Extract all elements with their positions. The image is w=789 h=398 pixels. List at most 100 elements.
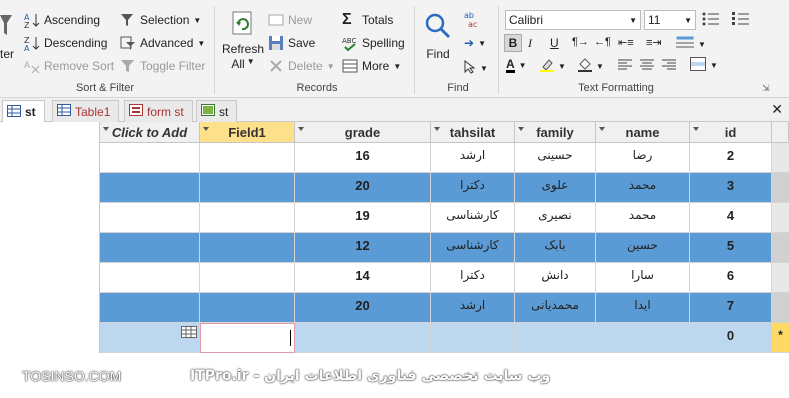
highlight-color-button[interactable]: ▼ [540, 58, 566, 75]
rtl-button[interactable]: ¶→ [572, 36, 589, 48]
dropdown-arrow-icon[interactable] [518, 127, 524, 131]
dropdown-arrow-icon[interactable] [103, 127, 109, 131]
font-name-select[interactable]: Calibri ▼ [505, 10, 641, 30]
table-cell-field1[interactable] [200, 173, 295, 203]
new-cell-grade[interactable] [295, 323, 431, 353]
row-selector[interactable] [772, 233, 789, 263]
refresh-all-button[interactable]: Refresh All ▼ [222, 10, 264, 71]
table-cell-tahsilat[interactable]: ارشد [431, 293, 515, 323]
table-cell-id[interactable]: 4 [690, 203, 772, 233]
table-cell-family[interactable]: محمدیانی [515, 293, 596, 323]
table-cell-add[interactable] [100, 143, 200, 173]
table-cell-add[interactable] [100, 233, 200, 263]
table-cell-name[interactable]: رضا [596, 143, 690, 173]
filter-button-label[interactable]: ter [0, 47, 14, 61]
table-cell-id[interactable]: 3 [690, 173, 772, 203]
italic-button[interactable]: I [528, 36, 532, 51]
descending-button[interactable]: ZA Descending [24, 35, 107, 53]
outdent-button[interactable]: ≡⇥ [646, 36, 662, 49]
row-selector[interactable] [772, 203, 789, 233]
font-size-select[interactable]: 11 ▼ [644, 10, 696, 30]
remove-sort-button[interactable]: A Remove Sort [24, 58, 114, 74]
table-cell-field1[interactable] [200, 293, 295, 323]
table-cell-family[interactable]: حسینی [515, 143, 596, 173]
new-cell-name[interactable] [596, 323, 690, 353]
indent-button[interactable]: ⇤≡ [618, 36, 634, 49]
table-cell-id[interactable]: 6 [690, 263, 772, 293]
table-cell-field1[interactable] [200, 263, 295, 293]
find-button[interactable]: Find [424, 12, 452, 61]
dropdown-arrow-icon[interactable] [203, 127, 209, 131]
dropdown-arrow-icon[interactable] [693, 127, 699, 131]
tab-query-st[interactable]: st [196, 100, 238, 122]
table-cell-grade[interactable]: 16 [295, 143, 431, 173]
tab-table1[interactable]: Table1 [52, 100, 120, 122]
tahsilat-header[interactable]: tahsilat [431, 122, 515, 143]
table-cell-add[interactable] [100, 263, 200, 293]
new-cell-field1[interactable] [200, 323, 295, 353]
table-cell-tahsilat[interactable]: ارشد [431, 143, 515, 173]
table-cell-id[interactable]: 7 [690, 293, 772, 323]
spelling-button[interactable]: ABC Spelling [342, 35, 405, 52]
new-record-marker[interactable]: * [772, 323, 789, 353]
table-cell-family[interactable]: نصیری [515, 203, 596, 233]
row-selector[interactable] [772, 173, 789, 203]
toggle-filter-button[interactable]: Toggle Filter [120, 58, 205, 74]
delete-button[interactable]: Delete ▼ [268, 58, 335, 74]
table-cell-tahsilat[interactable]: کارشناسی [431, 203, 515, 233]
table-cell-grade[interactable]: 20 [295, 173, 431, 203]
table-cell-field1[interactable] [200, 143, 295, 173]
table-cell-grade[interactable]: 20 [295, 293, 431, 323]
table-cell-name[interactable]: ایدا [596, 293, 690, 323]
row-selector[interactable] [772, 293, 789, 323]
new-cell-id[interactable]: 0 [690, 323, 772, 353]
id-header[interactable]: id [690, 122, 772, 143]
replace-button[interactable]: ab ac [464, 10, 480, 29]
bullets-button[interactable] [732, 12, 750, 29]
advanced-button[interactable]: Advanced ▼ [120, 35, 205, 51]
table-cell-name[interactable]: محمد [596, 173, 690, 203]
table-cell-grade[interactable]: 14 [295, 263, 431, 293]
table-cell-add[interactable] [100, 293, 200, 323]
field1-header[interactable]: Field1 [200, 122, 295, 143]
align-center-button[interactable] [640, 59, 654, 74]
table-cell-id[interactable]: 2 [690, 143, 772, 173]
more-button[interactable]: More ▼ [342, 58, 401, 74]
go-to-button[interactable]: ➔ ▼ [464, 36, 486, 50]
select-button[interactable]: ▼ [464, 59, 488, 77]
paste-options-icon[interactable] [181, 326, 197, 341]
table-cell-id[interactable]: 5 [690, 233, 772, 263]
new-cell-family[interactable] [515, 323, 596, 353]
grade-header[interactable]: grade [295, 122, 431, 143]
bold-button[interactable]: B [504, 34, 522, 52]
align-left-button[interactable] [618, 59, 632, 74]
ascending-button[interactable]: AZ Ascending [24, 12, 100, 30]
numbering-button[interactable] [702, 12, 720, 29]
table-cell-grade[interactable]: 19 [295, 203, 431, 233]
table-cell-family[interactable]: دانش [515, 263, 596, 293]
table-cell-field1[interactable] [200, 203, 295, 233]
dropdown-arrow-icon[interactable] [298, 127, 304, 131]
table-cell-name[interactable]: حسین [596, 233, 690, 263]
background-color-button[interactable]: ▼ [578, 58, 604, 75]
table-cell-family[interactable]: بابک [515, 233, 596, 263]
close-icon[interactable]: ✕ [771, 101, 783, 118]
save-button[interactable]: Save [268, 35, 315, 51]
table-cell-family[interactable]: علوی [515, 173, 596, 203]
name-header[interactable]: name [596, 122, 690, 143]
family-header[interactable]: family [515, 122, 596, 143]
new-record-button[interactable]: New [268, 12, 312, 28]
table-cell-field1[interactable] [200, 233, 295, 263]
dialog-launcher-icon[interactable]: ⇲ [762, 83, 770, 94]
gridlines-button[interactable]: ▼ [676, 36, 706, 53]
row-selector[interactable] [772, 263, 789, 293]
dropdown-arrow-icon[interactable] [599, 127, 605, 131]
table-cell-name[interactable]: سارا [596, 263, 690, 293]
table-cell-tahsilat[interactable]: کارشناسی [431, 233, 515, 263]
selection-button[interactable]: Selection ▼ [120, 12, 201, 28]
click-to-add-header[interactable]: Click to Add [100, 122, 200, 143]
dropdown-arrow-icon[interactable] [434, 127, 440, 131]
underline-button[interactable]: U [550, 36, 559, 50]
table-cell-grade[interactable]: 12 [295, 233, 431, 263]
tab-form-st[interactable]: form st [124, 100, 193, 122]
